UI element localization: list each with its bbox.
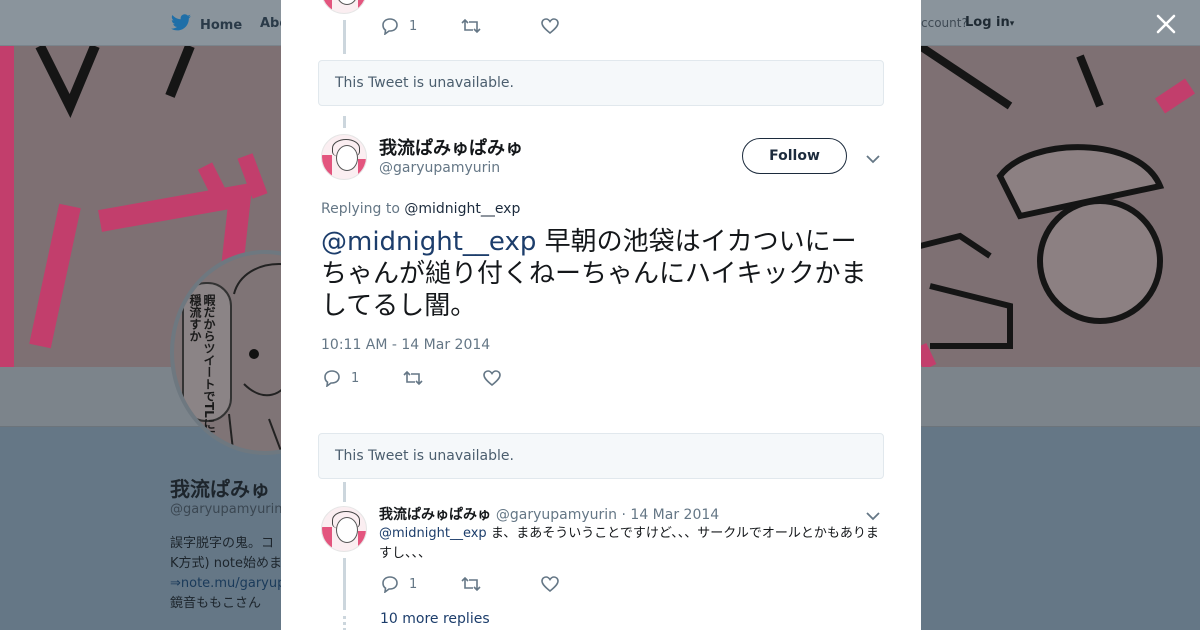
login-button[interactable]: Log in▾ — [965, 15, 1014, 30]
reply-count: 1 — [409, 576, 418, 592]
bio-line: 誤字脱字の鬼。コ — [170, 536, 275, 551]
reply-icon — [323, 369, 341, 387]
tweet-menu-button[interactable] — [865, 150, 881, 169]
retweet-button[interactable] — [461, 576, 541, 592]
tweet-modal: 1 This Tweet is unavailable. 我流ぱみゅぱみゅ @g… — [281, 0, 921, 630]
heart-icon — [541, 576, 559, 592]
nav-home-label: Home — [200, 17, 243, 33]
chevron-down-icon — [866, 512, 880, 521]
follow-button[interactable]: Follow — [742, 138, 847, 174]
heart-icon — [541, 18, 559, 34]
thread-dots — [343, 616, 346, 630]
unavailable-tweet-notice: This Tweet is unavailable. — [318, 433, 884, 479]
thread-connector — [343, 558, 346, 610]
bio-line: 鏡音ももこさん — [170, 596, 262, 611]
profile-bio: 誤字脱字の鬼。コ K方式) note始めま ⇒note.mu/garyup 鏡音… — [170, 534, 282, 614]
heart-icon — [483, 370, 501, 386]
tweet-text: @midnight__exp 早朝の池袋はイカついにーちゃんが縋り付くねーちゃん… — [321, 226, 881, 322]
account-prompt: ccount? — [921, 16, 968, 30]
reply-tweet-text: @midnight__exp ま、まあそういうことですけど、、、サークルでオール… — [379, 524, 879, 564]
reply-count: 1 — [351, 370, 360, 386]
profile-handle: @garyupamyurin — [170, 502, 283, 517]
reply-mention-link[interactable]: @midnight__exp — [379, 526, 487, 541]
bio-line: K方式) note始めま — [170, 556, 282, 571]
reply-icon — [381, 575, 399, 593]
thread-connector — [343, 482, 346, 502]
login-label: Log in — [965, 15, 1010, 30]
close-icon — [1156, 14, 1176, 34]
reply-button[interactable]: 1 — [381, 575, 461, 593]
retweet-button[interactable] — [461, 18, 541, 34]
author-avatar[interactable] — [321, 134, 367, 180]
reply-author-name[interactable]: 我流ぱみゅぱみゅ — [379, 507, 491, 523]
thread-connector — [343, 116, 346, 128]
tweet-mention-link[interactable]: @midnight__exp — [321, 227, 536, 257]
reply-author-avatar[interactable] — [321, 506, 367, 552]
tweet-actions: 1 — [381, 575, 621, 593]
like-button[interactable] — [541, 18, 621, 34]
like-button[interactable] — [483, 370, 563, 386]
retweet-icon — [403, 370, 423, 386]
chevron-down-icon — [866, 155, 880, 164]
thread-connector — [343, 20, 346, 54]
author-handle[interactable]: @garyupamyurin — [379, 160, 500, 176]
nav-home-link[interactable]: Home — [170, 14, 242, 36]
replying-to: Replying to @midnight__exp — [321, 201, 520, 217]
retweet-icon — [461, 18, 481, 34]
avatar — [321, 0, 367, 14]
profile-name: 我流ぱみゅ — [170, 477, 270, 501]
retweet-button[interactable] — [403, 370, 483, 386]
reply-author-handle[interactable]: @garyupamyurin — [496, 507, 617, 523]
meta-separator: · — [617, 507, 631, 523]
unavailable-tweet-notice: This Tweet is unavailable. — [318, 60, 884, 106]
tweet-actions: 1 — [381, 17, 621, 35]
reply-icon — [381, 17, 399, 35]
twitter-bird-icon — [170, 14, 192, 36]
close-modal-button[interactable] — [1152, 10, 1180, 38]
replying-to-mention[interactable]: @midnight__exp — [404, 201, 520, 217]
tweet-actions: 1 — [323, 369, 563, 387]
replying-to-label: Replying to — [321, 201, 405, 217]
reply-button[interactable]: 1 — [381, 17, 461, 35]
retweet-icon — [461, 576, 481, 592]
reply-date[interactable]: 14 Mar 2014 — [630, 507, 719, 523]
like-button[interactable] — [541, 576, 621, 592]
more-replies-link[interactable]: 10 more replies — [380, 611, 490, 627]
tweet-timestamp[interactable]: 10:11 AM - 14 Mar 2014 — [321, 337, 490, 353]
bio-link[interactable]: ⇒note.mu/garyup — [170, 574, 282, 594]
author-name[interactable]: 我流ぱみゅぱみゅ — [379, 134, 523, 160]
reply-header: 我流ぱみゅぱみゅ @garyupamyurin · 14 Mar 2014 — [379, 504, 719, 524]
caret-down-icon: ▾ — [1009, 19, 1015, 29]
reply-button[interactable]: 1 — [323, 369, 403, 387]
reply-count: 1 — [409, 18, 418, 34]
